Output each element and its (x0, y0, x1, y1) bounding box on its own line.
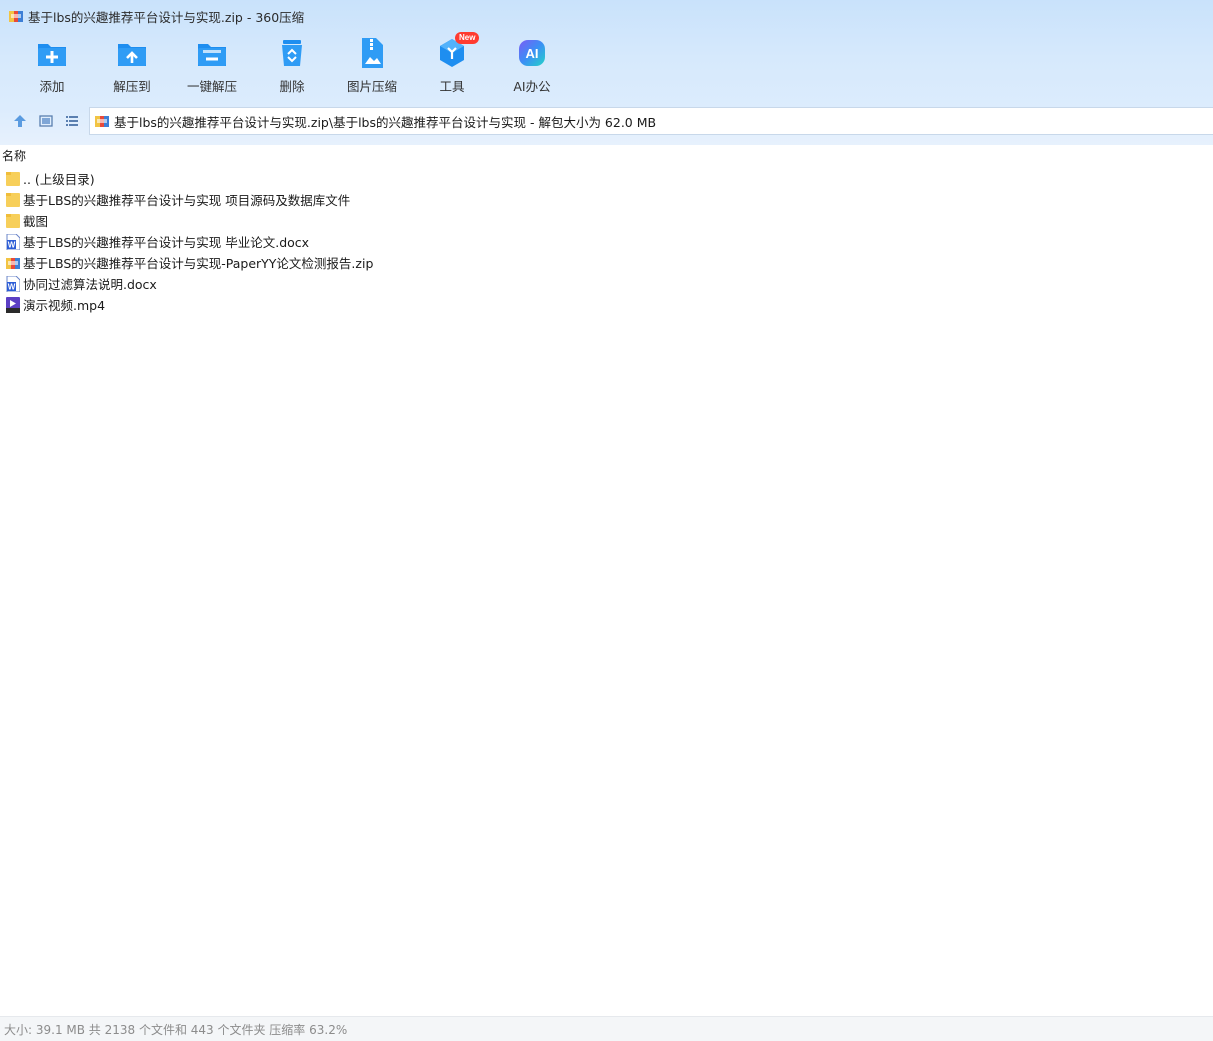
folder-icon (5, 191, 21, 209)
tools-button[interactable]: New 工具 (412, 32, 492, 100)
svg-text:W: W (8, 240, 16, 249)
folder-icon (5, 170, 21, 188)
address-bar[interactable]: 基于lbs的兴趣推荐平台设计与实现.zip\基于lbs的兴趣推荐平台设计与实现 … (89, 107, 1213, 135)
header-area: 基于lbs的兴趣推荐平台设计与实现.zip - 360压缩 添加 解压到 一键解… (0, 0, 1213, 145)
tools-cube-icon: New (435, 32, 480, 70)
list-item-folder[interactable]: 基于LBS的兴趣推荐平台设计与实现 项目源码及数据库文件 (0, 189, 1213, 210)
add-label: 添加 (39, 79, 65, 94)
main-toolbar: 添加 解压到 一键解压 删除 图片压缩 New 工具 AI AI办公 (12, 32, 572, 100)
video-file-icon (5, 296, 21, 314)
up-level-button[interactable] (7, 106, 33, 136)
thumbnail-view-icon (39, 115, 53, 127)
list-item-file[interactable]: W 协同过滤算法说明.docx (0, 273, 1213, 294)
extract-to-button[interactable]: 解压到 (92, 36, 172, 100)
archive-window: 基于lbs的兴趣推荐平台设计与实现.zip - 360压缩 添加 解压到 一键解… (0, 0, 1213, 1041)
status-text: 大小: 39.1 MB 共 2138 个文件和 443 个文件夹 压缩率 63.… (4, 1022, 348, 1037)
quick-extract-button[interactable]: 一键解压 (172, 36, 252, 100)
svg-text:W: W (8, 282, 16, 291)
delete-label: 删除 (279, 79, 305, 94)
list-item-file[interactable]: W 基于LBS的兴趣推荐平台设计与实现 毕业论文.docx (0, 231, 1213, 252)
image-compress-label: 图片压缩 (346, 79, 397, 94)
ai-office-label: AI办公 (513, 79, 551, 94)
list-item-folder[interactable]: 截图 (0, 210, 1213, 231)
tools-label: 工具 (439, 79, 465, 94)
image-compress-button[interactable]: 图片压缩 (332, 36, 412, 100)
address-path: 基于lbs的兴趣推荐平台设计与实现.zip\基于lbs的兴趣推荐平台设计与实现 … (114, 114, 657, 130)
list-item-name: 基于LBS的兴趣推荐平台设计与实现 项目源码及数据库文件 (23, 193, 351, 208)
zip-archive-icon (95, 116, 109, 127)
column-header-name[interactable]: 名称 (0, 146, 26, 166)
list-item-name: 基于LBS的兴趣推荐平台设计与实现 毕业论文.docx (23, 235, 310, 250)
delete-button[interactable]: 删除 (252, 36, 332, 100)
list-item-name: 基于LBS的兴趣推荐平台设计与实现-PaperYY论文检测报告.zip (23, 256, 374, 271)
title-bar: 基于lbs的兴趣推荐平台设计与实现.zip - 360压缩 (0, 0, 1213, 32)
list-item-name: .. (上级目录) (23, 172, 95, 187)
recycle-bin-icon (275, 36, 309, 70)
arrow-up-icon (14, 115, 26, 127)
new-badge: New (455, 32, 480, 44)
zip-archive-icon (9, 11, 23, 22)
zip-archive-icon (5, 254, 21, 272)
quick-extract-icon (195, 36, 229, 70)
svg-text:AI: AI (526, 46, 539, 61)
list-item-parent-dir[interactable]: .. (上级目录) (0, 168, 1213, 189)
add-button[interactable]: 添加 (12, 36, 92, 100)
address-row: 基于lbs的兴趣推荐平台设计与实现.zip\基于lbs的兴趣推荐平台设计与实现 … (0, 106, 1213, 136)
folder-icon (5, 212, 21, 230)
list-view-button[interactable] (59, 106, 85, 136)
extract-to-label: 解压到 (113, 79, 151, 94)
ai-office-icon: AI (515, 36, 549, 70)
add-folder-icon (35, 36, 69, 70)
image-compress-icon (355, 36, 389, 70)
list-item-file[interactable]: 基于LBS的兴趣推荐平台设计与实现-PaperYY论文检测报告.zip (0, 252, 1213, 273)
window-title: 基于lbs的兴趣推荐平台设计与实现.zip - 360压缩 (28, 9, 305, 25)
list-item-name: 演示视频.mp4 (23, 298, 106, 313)
thumbnail-view-button[interactable] (33, 106, 59, 136)
quick-extract-label: 一键解压 (186, 79, 237, 94)
list-item-name: 协同过滤算法说明.docx (23, 277, 157, 292)
word-document-icon: W (5, 275, 21, 293)
file-list: .. (上级目录) 基于LBS的兴趣推荐平台设计与实现 项目源码及数据库文件 截… (0, 168, 1213, 315)
list-item-name: 截图 (23, 214, 49, 229)
list-item-file[interactable]: 演示视频.mp4 (0, 294, 1213, 315)
ai-office-button[interactable]: AI AI办公 (492, 36, 572, 100)
extract-to-icon (115, 36, 149, 70)
status-bar: 大小: 39.1 MB 共 2138 个文件和 443 个文件夹 压缩率 63.… (0, 1016, 1213, 1041)
word-document-icon: W (5, 233, 21, 251)
list-view-icon (66, 116, 78, 126)
